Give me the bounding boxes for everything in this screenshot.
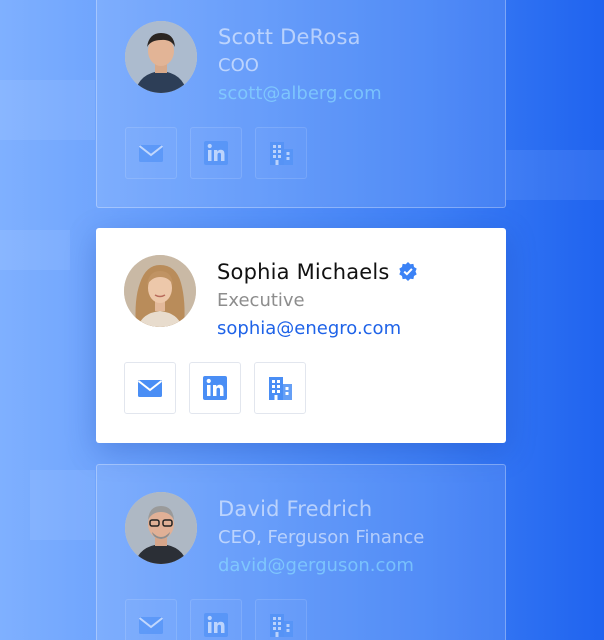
background-block: [0, 230, 70, 270]
building-icon: [269, 377, 292, 400]
email-icon: [138, 145, 164, 162]
contact-name-text: Sophia Michaels: [217, 260, 390, 284]
contact-name: Scott DeRosa: [218, 25, 361, 49]
email-button[interactable]: [125, 127, 177, 179]
contact-name: Sophia Michaels: [217, 258, 418, 286]
linkedin-button[interactable]: [189, 362, 241, 414]
linkedin-icon: [204, 141, 228, 165]
background-block: [506, 150, 604, 200]
company-button[interactable]: [254, 362, 306, 414]
avatar: [125, 492, 197, 564]
email-button[interactable]: [125, 599, 177, 640]
contact-title: Executive: [217, 290, 305, 311]
company-button[interactable]: [255, 127, 307, 179]
contact-title: COO: [218, 55, 259, 76]
building-icon: [270, 142, 293, 165]
contact-email[interactable]: david@gerguson.com: [218, 553, 424, 579]
email-icon: [138, 617, 164, 634]
linkedin-button[interactable]: [190, 127, 242, 179]
contact-email[interactable]: sophia@enegro.com: [217, 316, 418, 342]
contact-email[interactable]: scott@alberg.com: [218, 81, 382, 107]
contact-card[interactable]: David Fredrich CEO, Ferguson Finance dav…: [96, 464, 506, 640]
email-icon: [137, 380, 163, 397]
verified-badge-icon: [398, 262, 417, 281]
background-block: [30, 470, 95, 540]
email-button[interactable]: [124, 362, 176, 414]
linkedin-icon: [203, 376, 227, 400]
company-button[interactable]: [255, 599, 307, 640]
building-icon: [270, 614, 293, 637]
linkedin-button[interactable]: [190, 599, 242, 640]
avatar: [125, 21, 197, 93]
contact-title: CEO, Ferguson Finance: [218, 527, 425, 548]
background-block: [0, 80, 95, 140]
contact-list: Scott DeRosa COO scott@alberg.com Sophia…: [0, 0, 604, 640]
contact-card[interactable]: Scott DeRosa COO scott@alberg.com: [96, 0, 506, 208]
contact-card-selected[interactable]: Sophia Michaels Executive sophia@enegro.…: [96, 228, 506, 443]
contact-name: David Fredrich: [218, 497, 373, 521]
linkedin-icon: [204, 613, 228, 637]
avatar: [124, 255, 196, 327]
